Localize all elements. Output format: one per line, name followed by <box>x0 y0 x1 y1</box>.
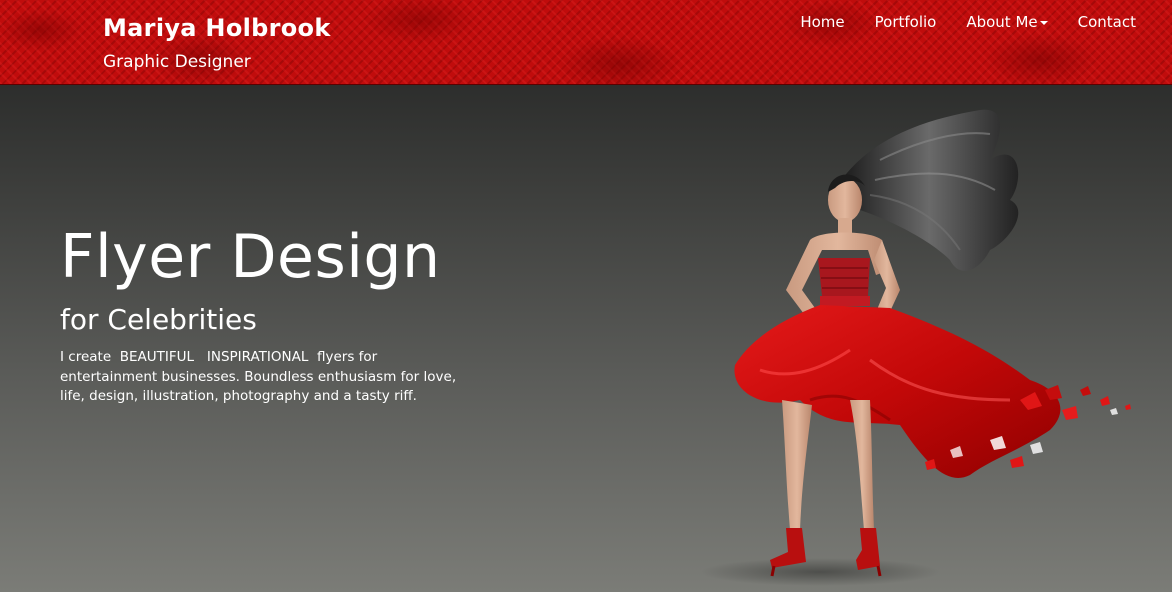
nav-item-label: About Me <box>966 13 1038 31</box>
nav-item-about-me[interactable]: About Me <box>951 13 1062 31</box>
main-nav: Home Portfolio About Me Contact <box>785 13 1136 31</box>
hero-description: I create BEAUTIFUL INSPIRATIONAL flyers … <box>60 349 461 404</box>
brand-name[interactable]: Mariya Holbrook <box>103 14 331 42</box>
nav-item-contact[interactable]: Contact <box>1063 13 1136 31</box>
page: Mariya Holbrook Graphic Designer Home Po… <box>0 0 1172 592</box>
nav-item-label: Home <box>800 13 845 31</box>
nav-item-label: Contact <box>1077 13 1136 31</box>
caret-down-icon <box>1039 21 1048 25</box>
nav-item-home[interactable]: Home <box>785 13 859 31</box>
hero-subtitle: for Celebrities <box>60 303 257 336</box>
hero-title: Flyer Design <box>60 222 441 292</box>
site-header: Mariya Holbrook Graphic Designer Home Po… <box>0 0 1172 85</box>
nav-item-label: Portfolio <box>874 13 937 31</box>
brand-tagline: Graphic Designer <box>103 52 251 72</box>
model-photo <box>700 109 1131 586</box>
nav-item-portfolio[interactable]: Portfolio <box>860 13 952 31</box>
